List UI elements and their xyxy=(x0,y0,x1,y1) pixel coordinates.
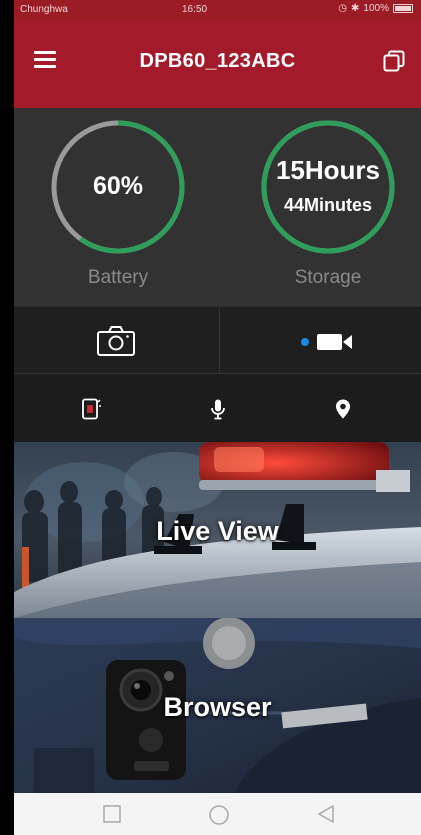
video-camera-icon[interactable] xyxy=(300,331,358,353)
tool-row xyxy=(14,374,421,442)
app-bar: DPB60_123ABC xyxy=(14,20,421,108)
live-view-label: Live View xyxy=(156,516,279,546)
recent-apps-icon[interactable] xyxy=(102,804,122,824)
evidence-tag-icon[interactable] xyxy=(80,398,102,420)
browser-tile[interactable]: Browser xyxy=(14,618,421,793)
battery-value: 60% xyxy=(92,172,144,200)
status-bar: Chunghwa 16:50 ◷ ✱ 100% xyxy=(14,0,421,20)
copy-icon[interactable] xyxy=(383,50,405,72)
storage-minutes-value: 44Minutes xyxy=(283,195,373,215)
recording-dot-icon xyxy=(301,338,309,346)
capture-divider xyxy=(219,307,220,375)
status-right-group: ◷ ✱ 100% xyxy=(338,3,413,14)
back-icon[interactable] xyxy=(316,804,336,824)
battery-gauge: 60% xyxy=(48,117,188,257)
alarm-icon: ◷ xyxy=(338,3,348,14)
microphone-icon[interactable] xyxy=(207,398,229,420)
capture-row xyxy=(14,306,421,375)
system-nav-bar xyxy=(14,793,421,835)
storage-ring xyxy=(261,120,395,254)
device-title: DPB60_123ABC xyxy=(139,50,296,72)
battery-caption: Battery xyxy=(87,267,149,288)
battery-status-icon xyxy=(393,4,413,13)
bluetooth-icon: ✱ xyxy=(351,3,360,14)
clock-label: 16:50 xyxy=(182,4,208,15)
home-icon[interactable] xyxy=(208,804,230,826)
carrier-label: Chunghwa xyxy=(20,4,68,15)
storage-gauge: 15Hours 44Minutes xyxy=(258,117,398,257)
browser-label: Browser xyxy=(163,692,272,722)
device-stats-panel: 60% Battery 15Hours 44Minutes Storage xyxy=(14,108,421,306)
battery-percent-label: 100% xyxy=(363,3,389,14)
camera-icon[interactable] xyxy=(96,325,136,357)
storage-caption: Storage xyxy=(294,267,362,288)
live-view-tile[interactable]: Live View xyxy=(14,442,421,618)
storage-hours-value: 15Hours xyxy=(275,155,381,185)
app-screen: Chunghwa 16:50 ◷ ✱ 100% DPB60_123ABC 60%… xyxy=(14,0,421,835)
location-pin-icon[interactable] xyxy=(332,398,354,420)
